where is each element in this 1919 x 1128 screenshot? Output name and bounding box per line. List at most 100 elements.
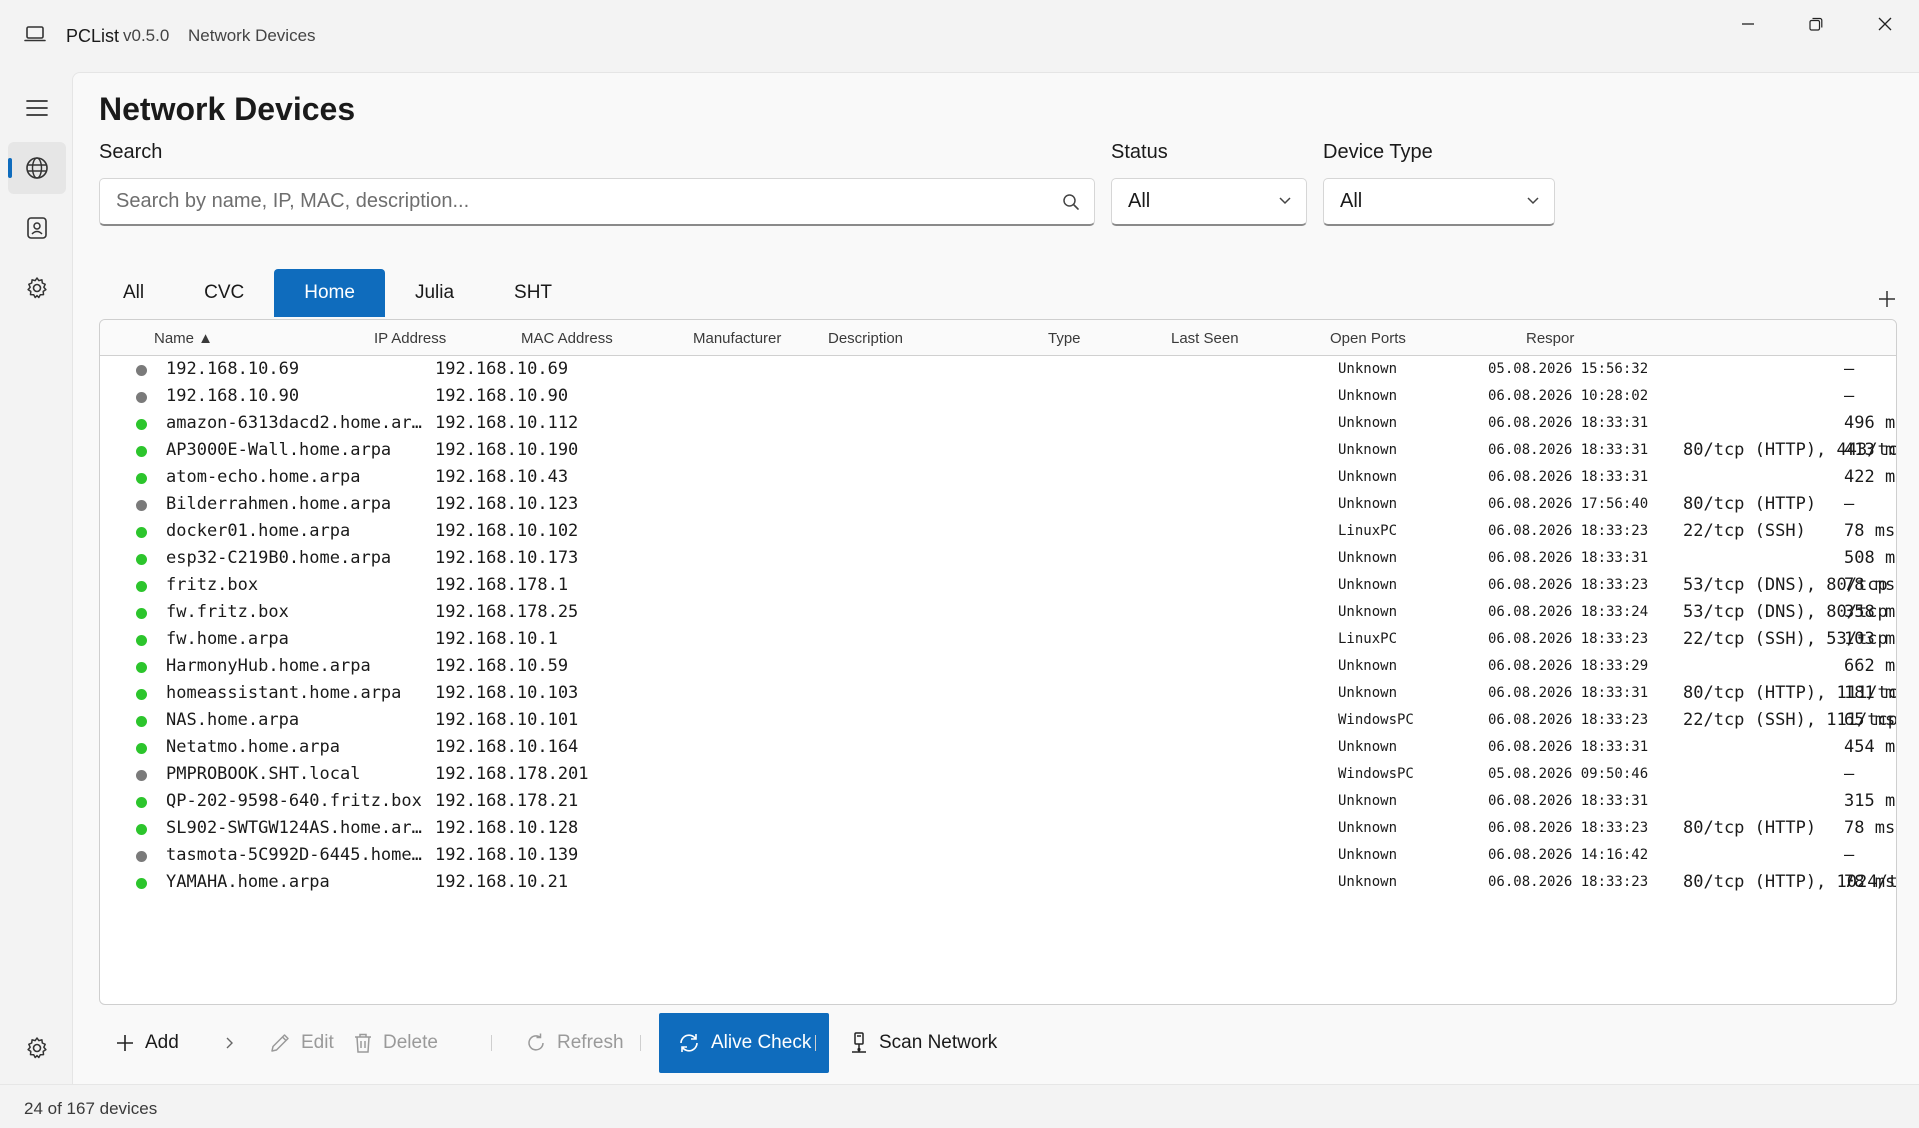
ip-address-cell: 192.168.10.69 [435,359,569,379]
column-header-ip[interactable]: IP Address [374,330,446,347]
alive-check-button[interactable]: Alive Check [659,1013,830,1073]
expand-button[interactable] [225,1013,245,1073]
status-dot [136,581,147,592]
last-seen-cell: 06.08.2026 14:16:42 [1488,847,1649,863]
tab-all[interactable]: All [99,269,174,317]
response-time-cell: 181 m [1844,683,1896,703]
scan-network-button-label: Scan Network [879,1032,998,1053]
gear-icon [27,1037,47,1059]
delete-button[interactable]: Delete [353,1013,438,1073]
device-name-cell: amazon-6313dacd2.home.ar… [166,413,422,433]
device-name-cell: HarmonyHub.home.arpa [166,656,371,676]
device-name-cell: atom-echo.home.arpa [166,467,361,487]
device-type-label: Device Type [1323,141,1433,163]
table-row[interactable]: YAMAHA.home.arpa 192.168.10.21 Unknown 06.0… [100,866,1896,899]
restore-button[interactable] [1782,0,1850,48]
ip-address-cell: 192.168.178.25 [435,602,579,622]
tab-sht[interactable]: SHT [484,269,582,317]
status-dot [136,689,147,700]
main-content: Network Devices Search Status All Device… [72,72,1919,1084]
alive-check-button-label: Alive Check [711,1032,812,1053]
device-type-cell: WindowsPC [1338,766,1414,782]
status-dot [136,392,147,403]
device-type-cell: Unknown [1338,820,1398,836]
tab-julia[interactable]: Julia [385,269,484,317]
column-header-description[interactable]: Description [828,330,903,347]
status-dot [136,662,147,673]
add-tab-icon[interactable] [1875,287,1899,311]
column-header-mac[interactable]: MAC Address [521,330,613,347]
device-name-cell: tasmota-5C992D-6445.home… [166,845,422,865]
status-bar: 24 of 167 devices [0,1084,1919,1128]
nav-contacts[interactable] [8,202,66,254]
status-dot [136,716,147,727]
nav-settings[interactable] [8,262,66,314]
response-time-cell: – [1844,359,1855,379]
response-time-cell: 662 m [1844,656,1896,676]
ip-address-cell: 192.168.10.101 [435,710,579,730]
nav-network-devices[interactable] [8,142,66,194]
ip-address-cell: 192.168.10.43 [435,467,569,487]
menu-toggle-button[interactable] [8,82,66,134]
status-select-value: All [1128,190,1151,212]
gear-icon [27,277,47,299]
response-time-cell: 422 m [1844,467,1896,487]
tab-home[interactable]: Home [274,269,385,317]
column-header-manufacturer[interactable]: Manufacturer [693,330,781,347]
refresh-button-label: Refresh [557,1032,624,1053]
column-header-open-ports[interactable]: Open Ports [1330,330,1406,347]
device-type-cell: Unknown [1338,874,1398,890]
minimize-button[interactable] [1714,0,1782,48]
window-page-name: Network Devices [188,26,316,45]
column-header-type[interactable]: Type [1048,330,1081,347]
response-time-cell: 78 ms [1844,872,1896,892]
device-type-cell: Unknown [1338,442,1398,458]
tab-cvc[interactable]: CVC [174,269,274,317]
last-seen-cell: 06.08.2026 18:33:23 [1488,820,1649,836]
refresh-icon [528,1033,544,1051]
device-type-select[interactable]: All [1323,178,1555,226]
response-time-cell: 454 m [1844,737,1896,757]
column-header-response[interactable]: Respor [1526,330,1574,347]
device-type-cell: Unknown [1338,550,1398,566]
add-button-label: Add [145,1032,179,1053]
command-bar: Add Edit Delete Refresh Alive Check Scan… [99,1013,1099,1075]
nav-app-settings[interactable] [8,1022,66,1074]
ip-address-cell: 192.168.10.128 [435,818,579,838]
status-dot [136,770,147,781]
column-header-last-seen[interactable]: Last Seen [1171,330,1239,347]
ip-address-cell: 192.168.10.190 [435,440,579,460]
last-seen-cell: 06.08.2026 18:33:29 [1488,658,1649,674]
scan-network-button[interactable]: Scan Network [849,1013,997,1073]
device-name-cell: SL902-SWTGW124AS.home.ar… [166,818,422,838]
ip-address-cell: 192.168.10.59 [435,656,569,676]
last-seen-cell: 05.08.2026 09:50:46 [1488,766,1649,782]
device-type-cell: Unknown [1338,604,1398,620]
search-field [99,178,1095,226]
last-seen-cell: 06.08.2026 18:33:23 [1488,631,1649,647]
last-seen-cell: 06.08.2026 18:33:23 [1488,523,1649,539]
device-type-cell: Unknown [1338,658,1398,674]
response-time-cell: 78 ms [1844,575,1896,595]
add-button[interactable]: Add [115,1013,179,1073]
status-select[interactable]: All [1111,178,1307,226]
edit-button[interactable]: Edit [269,1013,334,1073]
response-time-cell: 78 ms [1844,818,1896,838]
status-dot [136,554,147,565]
status-dot [136,419,147,430]
search-icon[interactable] [1062,193,1080,211]
device-type-cell: Unknown [1338,793,1398,809]
devices-table: Name ▲ IP Address MAC Address Manufactur… [99,319,1897,1005]
device-name-cell: NAS.home.arpa [166,710,300,730]
toolbar-separator [640,1035,641,1051]
column-header-name[interactable]: Name ▲ [154,330,213,347]
refresh-button[interactable]: Refresh [525,1013,624,1073]
pencil-icon [271,1034,289,1052]
response-time-cell: – [1844,845,1855,865]
ip-address-cell: 192.168.10.173 [435,548,579,568]
status-dot [136,527,147,538]
chevron-right-icon [226,1037,233,1049]
device-name-cell: PMPROBOOK.SHT.local [166,764,361,784]
search-input[interactable] [116,190,1094,213]
close-button[interactable] [1851,0,1919,48]
